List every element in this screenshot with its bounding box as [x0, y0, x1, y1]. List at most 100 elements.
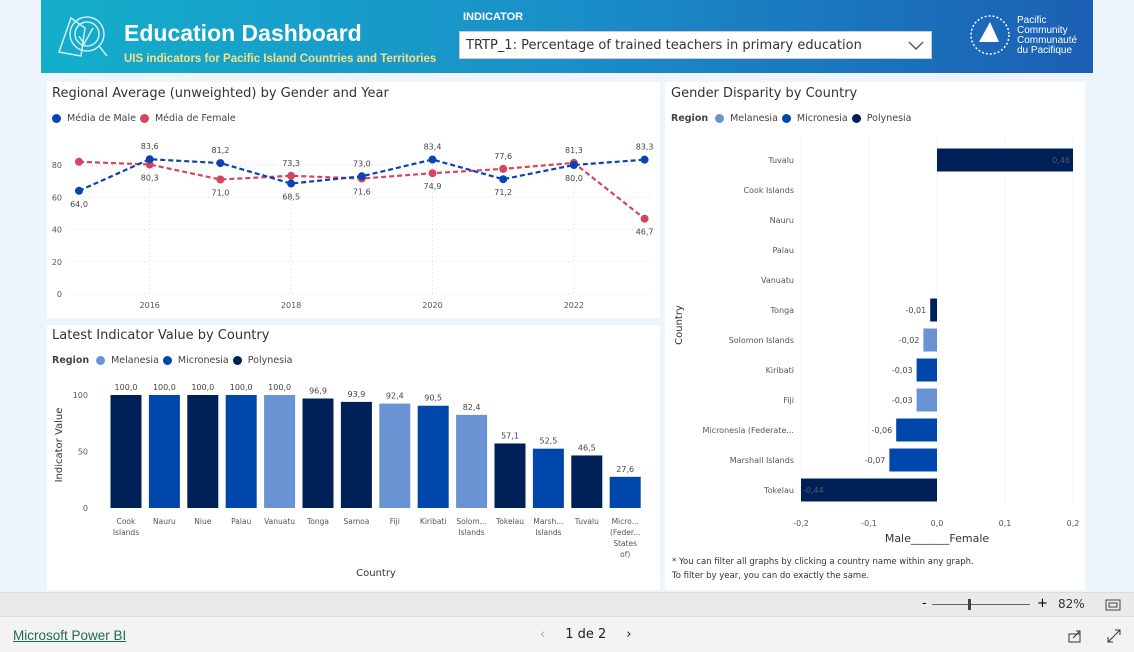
data-point	[145, 155, 154, 164]
bar	[923, 328, 937, 352]
data-point	[640, 214, 649, 223]
data-label: -0,07	[865, 456, 886, 465]
power-bi-link[interactable]: Microsoft Power BI	[13, 628, 126, 643]
x-tick-label: Kiribati	[420, 517, 447, 526]
data-label: 77,6	[494, 152, 512, 161]
data-label: -0,01	[905, 306, 926, 315]
bar	[494, 443, 526, 508]
data-label: 68,5	[282, 193, 300, 202]
data-point	[428, 155, 437, 164]
x-tick-label: Marsh...	[533, 517, 563, 526]
x-tick-label: Niue	[194, 517, 211, 526]
zoom-slider[interactable]	[932, 599, 1030, 610]
data-label: 71,2	[494, 188, 512, 197]
y-tick-label: 40	[52, 226, 62, 235]
data-label: 74,9	[424, 182, 442, 191]
data-point	[569, 161, 578, 169]
data-label: -0,03	[892, 366, 913, 375]
bar	[110, 395, 142, 508]
x-tick-label: Islands	[113, 528, 139, 537]
x-tick-label: Tonga	[306, 517, 329, 526]
data-label: -0,06	[871, 426, 892, 435]
bar	[302, 398, 334, 508]
data-label: 92,4	[386, 392, 404, 401]
data-point	[499, 175, 508, 184]
x-tick-label: 2018	[281, 301, 301, 310]
data-label: 80,3	[141, 174, 159, 183]
charts-layer: 0 20 40 60 80 2016 2018 2020 2022 80,3 71,0 73,3 71,…	[52, 138, 1079, 579]
data-label: 100,0	[153, 383, 176, 392]
x-tick-label: Islands	[535, 528, 561, 537]
fit-to-page-icon[interactable]	[1105, 599, 1121, 611]
report-canvas: Education Dashboard UIS indicators for P…	[0, 0, 1134, 592]
y-tick-label: Nauru	[770, 216, 794, 225]
data-label: 27,6	[616, 465, 634, 474]
zoom-level: 82%	[1058, 597, 1085, 611]
y-tick-label: Fiji	[783, 396, 794, 405]
y-tick-label: Solomon Islands	[729, 336, 794, 345]
data-label: 71,6	[353, 188, 371, 197]
bar	[225, 395, 257, 508]
y-tick-label: Tonga	[770, 306, 795, 315]
data-label: 57,1	[501, 431, 519, 440]
data-label: 93,9	[347, 390, 365, 399]
bar	[532, 448, 564, 508]
data-point	[75, 157, 83, 166]
fullscreen-icon[interactable]	[1107, 629, 1121, 643]
y-tick-label: 60	[52, 193, 62, 202]
y-tick-label: Micronesia (Federate...	[703, 426, 794, 435]
x-tick-label: 0,1	[999, 519, 1012, 528]
data-label: 100,0	[268, 383, 291, 392]
data-label: 83,6	[141, 142, 159, 151]
next-page-icon[interactable]: ›	[626, 627, 631, 642]
y-tick-label: 100	[73, 391, 88, 400]
x-axis-title: Country	[356, 568, 396, 579]
data-label: 80,0	[565, 174, 583, 183]
zoom-out-button[interactable]: -	[922, 596, 927, 611]
data-label: -0,03	[892, 396, 913, 405]
data-label: 100,0	[115, 383, 138, 392]
bar	[417, 405, 449, 508]
page-indicator: 1 de 2	[565, 627, 607, 642]
zoom-in-button[interactable]: +	[1037, 596, 1048, 611]
y-tick-label: 0	[57, 290, 62, 299]
y-axis-title: Country	[674, 305, 685, 345]
x-tick-label: States	[613, 539, 637, 548]
bar	[889, 448, 937, 472]
data-point	[357, 172, 366, 181]
previous-page-icon[interactable]: ‹	[540, 627, 545, 642]
y-tick-label: Palau	[772, 246, 794, 255]
y-tick-label: Vanuatu	[761, 276, 794, 285]
bar	[264, 395, 296, 508]
data-label: 46,7	[636, 228, 654, 237]
x-tick-label: -0,1	[861, 519, 877, 528]
x-tick-label: (Feder...	[610, 528, 640, 537]
x-tick-label: Islands	[458, 528, 484, 537]
bar	[340, 401, 372, 508]
bar	[456, 414, 488, 508]
data-point	[75, 186, 83, 195]
bar	[148, 395, 180, 508]
x-tick-label: of)	[620, 550, 630, 559]
share-icon[interactable]	[1068, 629, 1082, 643]
data-label: 100,0	[191, 383, 214, 392]
bar	[916, 358, 937, 382]
y-tick-label: 80	[52, 161, 62, 170]
data-label: 64,0	[70, 200, 88, 209]
x-tick-label: Vanuatu	[264, 517, 295, 526]
data-label: 81,3	[565, 146, 583, 155]
bar	[571, 455, 603, 508]
footer-bar: Microsoft Power BI ‹ 1 de 2 ›	[0, 616, 1134, 652]
zoom-slider-thumb[interactable]	[968, 599, 971, 610]
x-tick-label: 0,0	[931, 519, 944, 528]
data-point	[287, 171, 296, 180]
bar	[609, 476, 641, 508]
data-point	[287, 179, 296, 188]
x-tick-label: Solom...	[456, 517, 486, 526]
bar	[896, 418, 937, 442]
y-tick-label: 50	[78, 448, 88, 457]
x-tick-label: Palau	[231, 517, 251, 526]
bar	[187, 395, 219, 508]
y-tick-label: Cook Islands	[743, 186, 794, 195]
y-tick-label: 20	[52, 258, 62, 267]
